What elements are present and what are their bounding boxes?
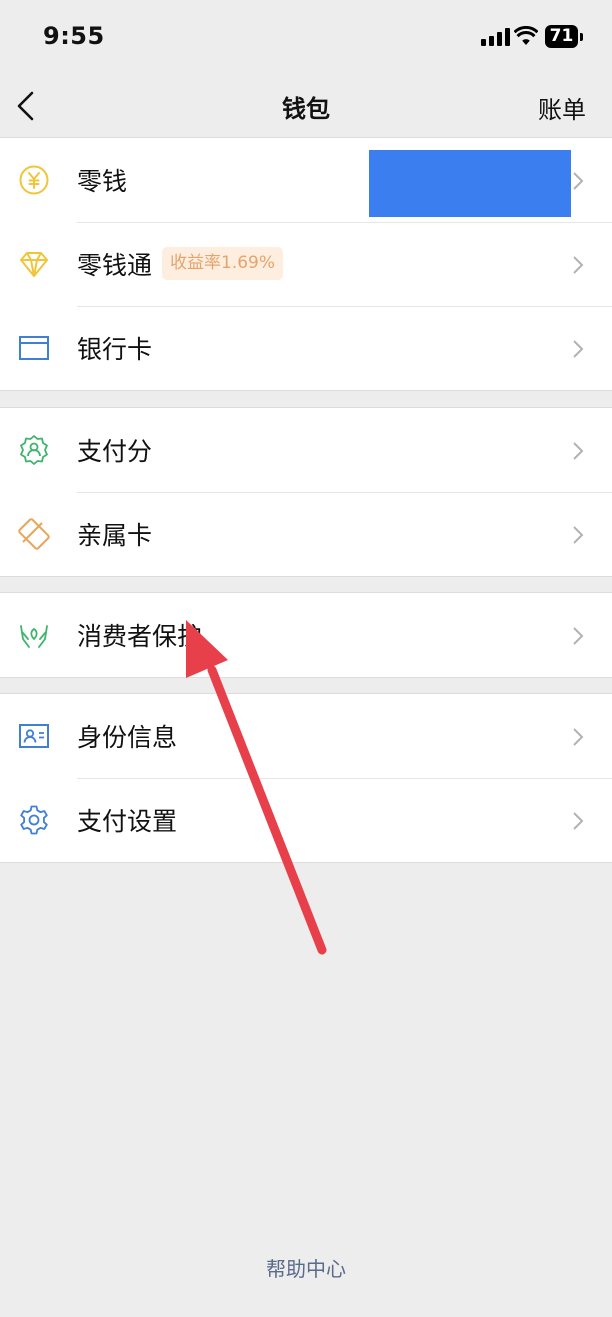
menu-item-consumer-protection[interactable]: 消费者保护 — [0, 593, 612, 677]
battery-icon: 71 — [545, 25, 578, 48]
yuan-coin-icon — [19, 165, 49, 195]
clock: 9:55 — [43, 22, 105, 50]
menu-item-change-plus[interactable]: 零钱通 收益率1.69% — [0, 222, 612, 306]
cellular-signal-icon — [481, 28, 510, 46]
diamond-icon — [20, 252, 48, 277]
menu-item-label: 零钱 — [77, 167, 128, 196]
menu-item-change[interactable]: 零钱 — [0, 138, 612, 222]
bank-card-icon — [19, 336, 49, 360]
hands-protect-icon — [20, 625, 48, 648]
menu-item-label: 支付分 — [77, 437, 153, 466]
chevron-right-icon — [573, 442, 584, 460]
battery-tip — [580, 33, 583, 41]
nav-bar: 钱包 账单 — [0, 72, 612, 138]
chevron-right-icon — [573, 627, 584, 645]
wallet-group-credit: 支付分 亲属卡 — [0, 407, 612, 577]
menu-item-pay-score[interactable]: 支付分 — [0, 408, 612, 492]
status-bar: 9:55 71 — [0, 0, 612, 72]
menu-item-bank-card[interactable]: 银行卡 — [0, 306, 612, 390]
chevron-right-icon — [573, 728, 584, 746]
wallet-group-settings: 身份信息 支付设置 — [0, 693, 612, 863]
menu-item-label: 消费者保护 — [77, 622, 203, 651]
gear-icon — [20, 805, 48, 835]
page-title: 钱包 — [282, 95, 330, 123]
chevron-right-icon — [573, 172, 584, 190]
menu-item-label: 身份信息 — [77, 723, 178, 752]
menu-item-label: 零钱通 — [77, 251, 153, 280]
wallet-group-balance: 零钱 零钱通 收益率1.69% 银行卡 — [0, 137, 612, 391]
id-card-icon — [19, 724, 49, 748]
wifi-icon — [514, 26, 538, 45]
menu-item-label: 银行卡 — [77, 335, 153, 364]
chevron-right-icon — [573, 812, 584, 830]
chevron-right-icon — [573, 526, 584, 544]
bill-button[interactable]: 账单 — [538, 90, 586, 125]
pay-score-badge-icon — [20, 435, 48, 465]
menu-item-payment-settings[interactable]: 支付设置 — [0, 778, 612, 862]
menu-item-identity[interactable]: 身份信息 — [0, 694, 612, 778]
menu-item-label: 支付设置 — [77, 807, 178, 836]
wallet-group-protection: 消费者保护 — [0, 592, 612, 678]
help-center-link[interactable]: 帮助中心 — [0, 1253, 612, 1282]
menu-item-label: 亲属卡 — [77, 521, 153, 550]
menu-item-family-card[interactable]: 亲属卡 — [0, 492, 612, 576]
chevron-right-icon — [573, 340, 584, 358]
redacted-balance — [369, 150, 571, 217]
family-card-icon — [18, 518, 50, 550]
yield-rate-badge: 收益率1.69% — [162, 247, 284, 280]
chevron-right-icon — [573, 256, 584, 274]
